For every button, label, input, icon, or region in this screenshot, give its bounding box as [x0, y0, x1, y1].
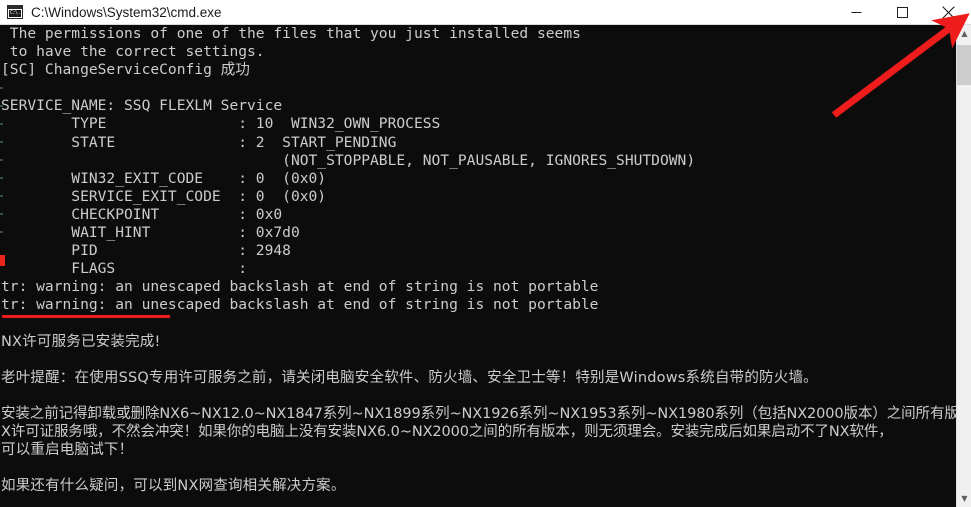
scroll-up-arrow-icon[interactable]: ▲ — [957, 25, 971, 42]
cmd-window: C:\. C:\Windows\System32\cmd.exe The per… — [0, 0, 971, 507]
console-line: tr: warning: an unescaped backslash at e… — [1, 296, 956, 314]
cmd-icon-glyph: C:\. — [9, 10, 21, 17]
console-line-text: 老叶提醒：在使用SSQ专用许可服务之前，请关闭电脑安全软件、防火墙、安全卫士等！… — [1, 369, 818, 386]
console-line-text: SERVICE_NAME: SSQ FLEXLM Service — [1, 97, 283, 115]
console-line-text: (NOT_STOPPABLE, NOT_PAUSABLE, IGNORES_SH… — [1, 151, 696, 169]
window-title: C:\Windows\System32\cmd.exe — [31, 4, 222, 20]
console-line-text: TYPE : 10 WIN32_OWN_PROCESS — [1, 115, 441, 133]
console-line: The permissions of one of the files that… — [1, 25, 956, 43]
console-line: CHECKPOINT : 0x0 — [1, 206, 956, 224]
console-line: (NOT_STOPPABLE, NOT_PAUSABLE, IGNORES_SH… — [1, 152, 956, 170]
console-line: NX许可服务已安装完成! — [1, 333, 956, 351]
console-line: 如果还有什么疑问，可以到NX网查询相关解决方案。 — [1, 477, 956, 495]
console-line-text: X许可证服务哦，不然会冲突！如果你的电脑上没有安装NX6.0~NX2000之间的… — [1, 424, 893, 441]
console-line-text: tr: warning: an unescaped backslash at e… — [1, 278, 599, 296]
console-line-text: [SC] ChangeServiceConfig 成功 — [1, 61, 250, 79]
cmd-icon: C:\. — [7, 5, 23, 19]
close-button[interactable] — [925, 0, 971, 24]
console-line-text: to have the correct settings. — [1, 43, 265, 61]
console-line-text: tr: warning: an unescaped backslash at e… — [1, 296, 599, 314]
console-output[interactable]: The permissions of one of the files that… — [0, 25, 956, 507]
console-line: TYPE : 10 WIN32_OWN_PROCESS — [1, 115, 956, 133]
console-line: to have the correct settings. — [1, 43, 956, 61]
console-line: SERVICE_EXIT_CODE : 0 (0x0) — [1, 188, 956, 206]
close-icon — [941, 5, 955, 19]
console-line-text: PID : 2948 — [1, 242, 291, 260]
maximize-icon — [896, 6, 908, 18]
console-line-text: WIN32_EXIT_CODE : 0 (0x0) — [1, 169, 327, 187]
console-line: PID : 2948 — [1, 242, 956, 260]
console-line-text: SERVICE_EXIT_CODE : 0 (0x0) — [1, 187, 327, 205]
maximize-button[interactable] — [879, 0, 925, 24]
console-line-text: CHECKPOINT : 0x0 — [1, 205, 283, 223]
console-line: 老叶提醒：在使用SSQ专用许可服务之前，请关闭电脑安全软件、防火墙、安全卫士等！… — [1, 369, 956, 387]
scroll-down-arrow-icon[interactable]: ▼ — [957, 490, 971, 507]
console-line-text: 可以重启电脑试下！ — [1, 442, 134, 459]
minimize-icon — [851, 11, 861, 13]
console-line: WIN32_EXIT_CODE : 0 (0x0) — [1, 170, 956, 188]
console-line: 安装之前记得卸载或删除NX6~NX12.0~NX1847系列~NX1899系列~… — [1, 405, 956, 423]
console-line-text: 如果还有什么疑问，可以到NX网查询相关解决方案。 — [1, 478, 346, 495]
console-line-text: NX许可服务已安装完成! — [1, 333, 161, 350]
console-line: STATE : 2 START_PENDING — [1, 134, 956, 152]
window-titlebar[interactable]: C:\. C:\Windows\System32\cmd.exe — [0, 0, 971, 25]
vertical-scrollbar[interactable]: ▲ ▼ — [956, 25, 971, 507]
scrollbar-thumb[interactable] — [957, 45, 971, 85]
console-line-text: WAIT_HINT : 0x7d0 — [1, 224, 300, 242]
console-line-text: 安装之前记得卸载或删除NX6~NX12.0~NX1847系列~NX1899系列~… — [1, 405, 956, 422]
console-line: X许可证服务哦，不然会冲突！如果你的电脑上没有安装NX6.0~NX2000之间的… — [1, 423, 956, 441]
console-line-text: STATE : 2 START_PENDING — [1, 133, 397, 151]
console-line-text: FLAGS : — [1, 260, 248, 278]
console-line: tr: warning: an unescaped backslash at e… — [1, 278, 956, 296]
console-line-text: The permissions of one of the files that… — [1, 25, 581, 42]
minimize-button[interactable] — [833, 0, 879, 24]
console-line: FLAGS : — [1, 260, 956, 278]
annotation-red-underline — [2, 315, 170, 318]
console-line: SERVICE_NAME: SSQ FLEXLM Service — [1, 97, 956, 115]
console-line: [SC] ChangeServiceConfig 成功 — [1, 61, 956, 79]
console-line: WAIT_HINT : 0x7d0 — [1, 224, 956, 242]
console-line: 可以重启电脑试下！ — [1, 441, 956, 459]
